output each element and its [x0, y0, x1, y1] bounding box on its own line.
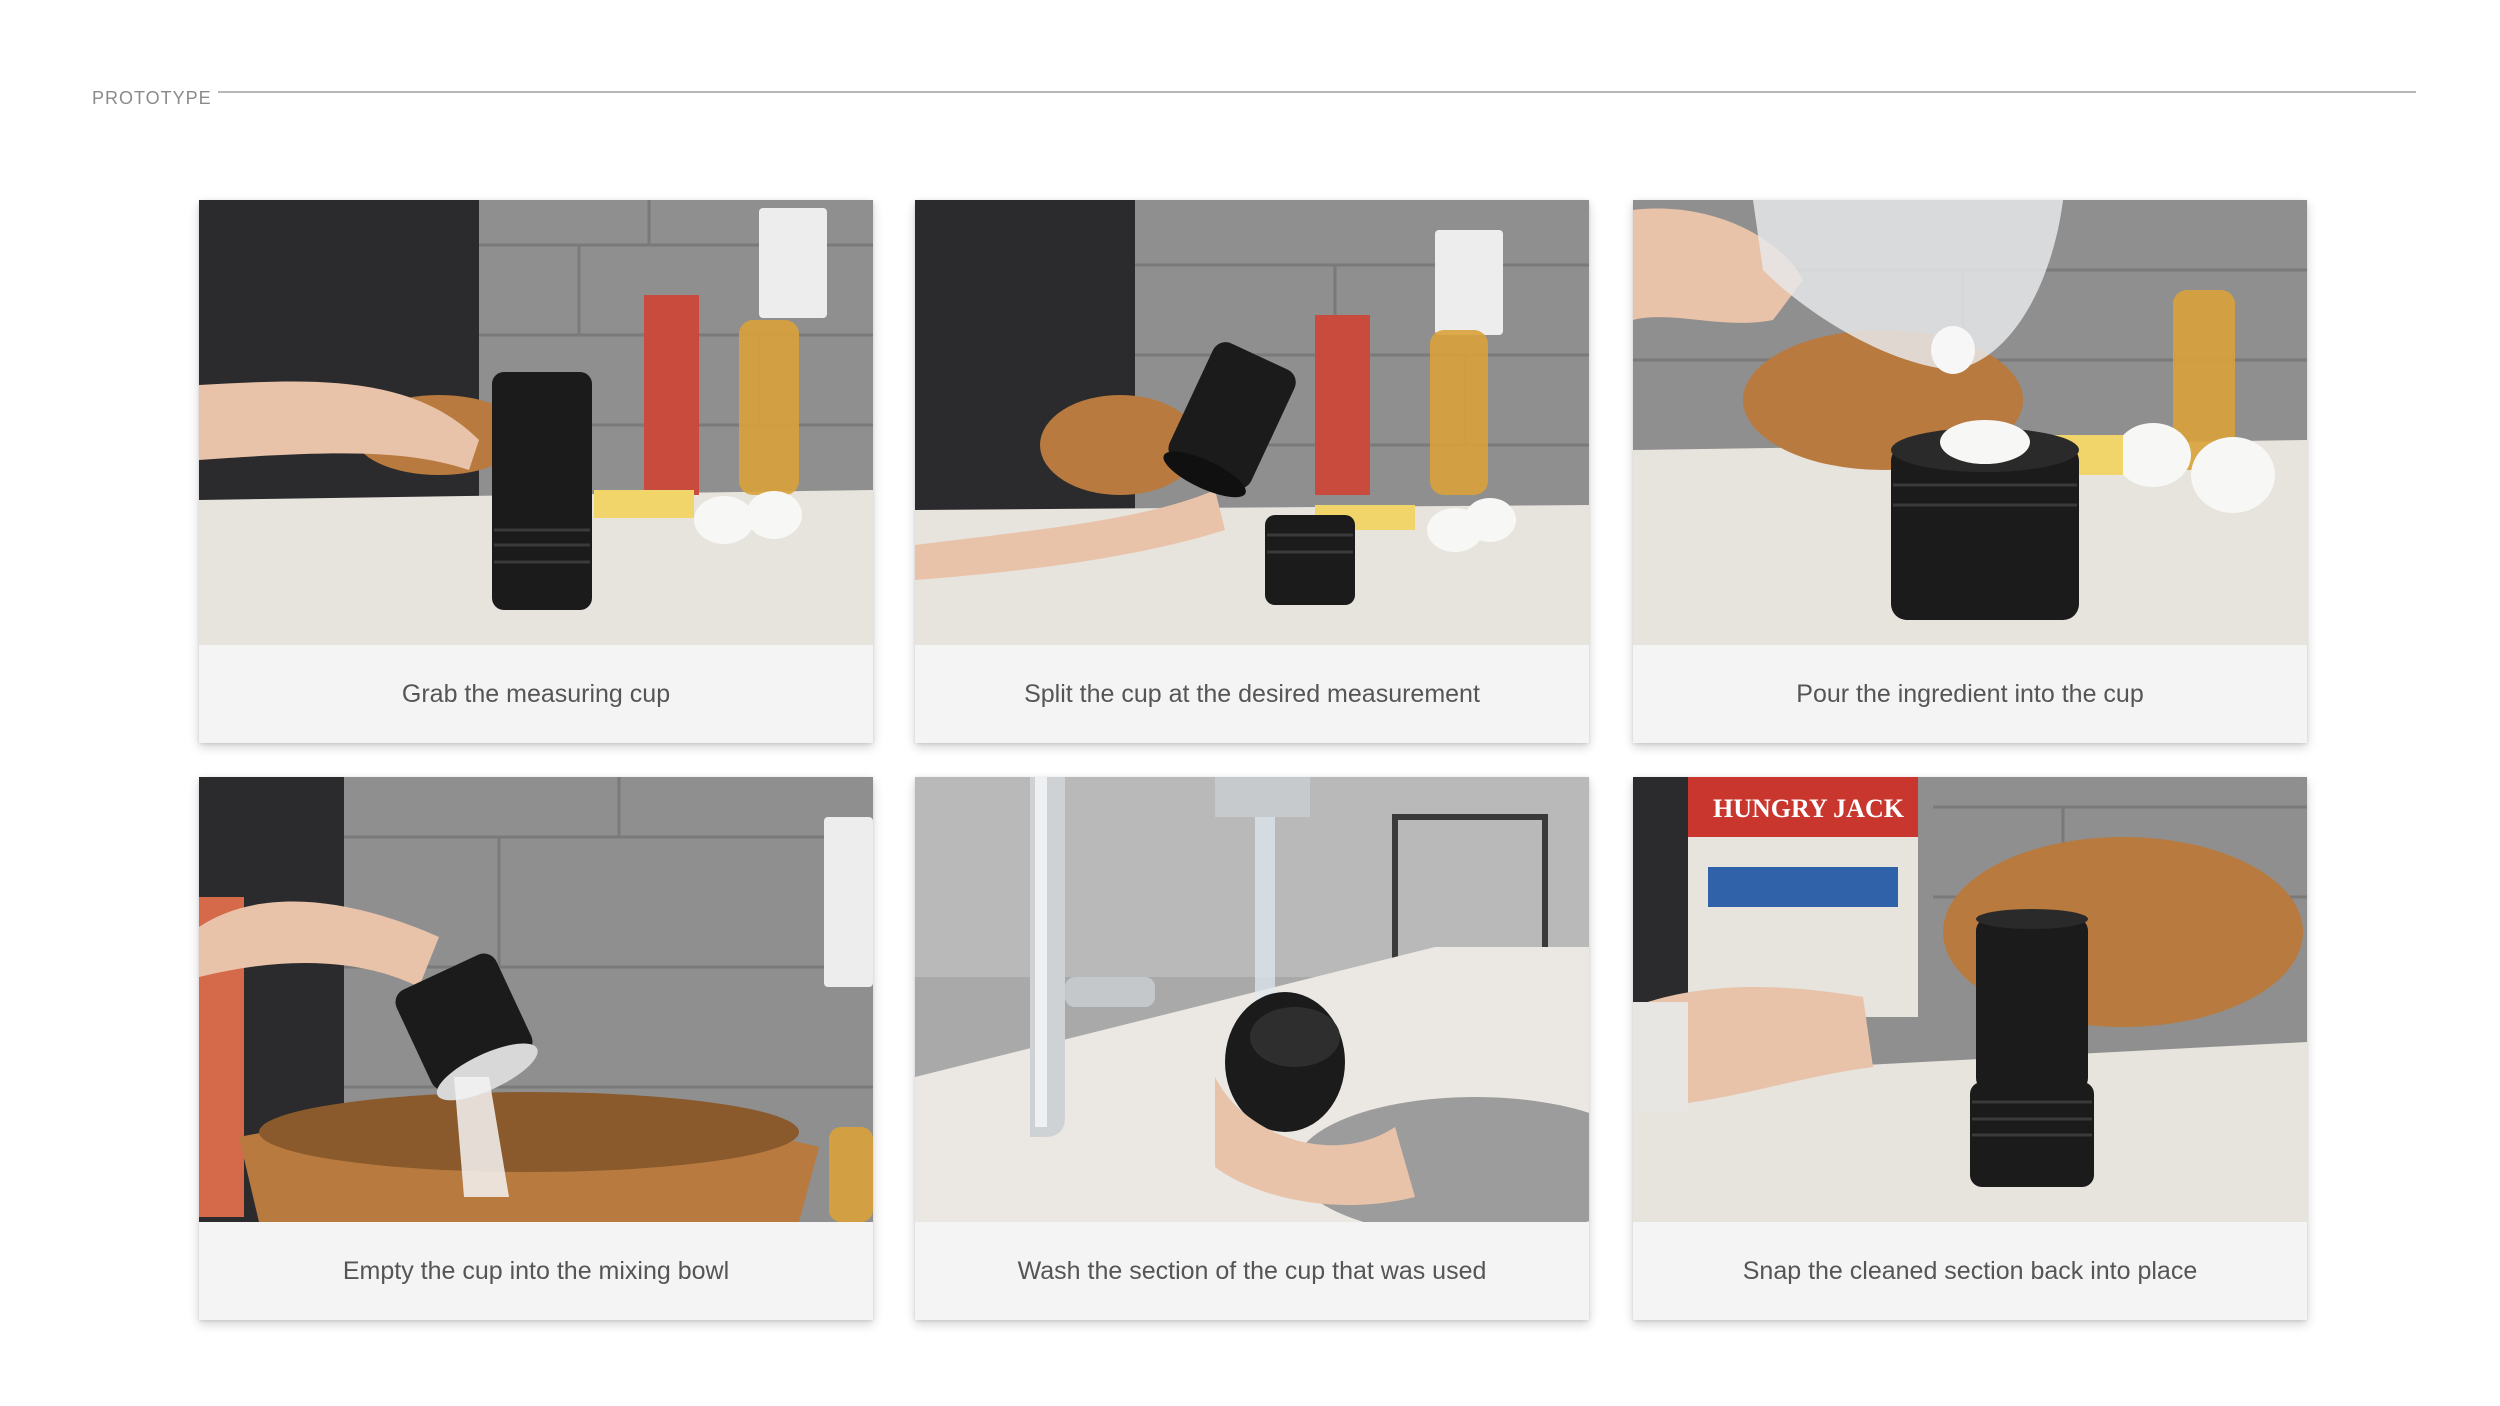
step-caption: Grab the measuring cup [401, 679, 671, 708]
pour-flour-photo [1633, 200, 2307, 645]
step-card-3: Pour the ingredient into the cup [1633, 200, 2307, 743]
header-divider [218, 91, 2416, 93]
step-card-2: Split the cup at the desired measurement [915, 200, 1589, 743]
split-cup-photo [915, 200, 1589, 645]
empty-into-bowl-photo [199, 777, 873, 1222]
pancake-box-label: HUNGRY JACK [1713, 794, 1905, 823]
step-card-4: Empty the cup into the mixing bowl [199, 777, 873, 1320]
step-card-1: Grab the measuring cup [199, 200, 873, 743]
header-label: PROTOTYPE [92, 88, 212, 108]
step-caption: Wash the section of the cup that was use… [1017, 1256, 1487, 1285]
step-caption: Pour the ingredient into the cup [1796, 679, 2144, 708]
step-caption: Split the cup at the desired measurement [1024, 679, 1480, 708]
step-caption: Snap the cleaned section back into place [1742, 1256, 2198, 1285]
step-card-6: HUNGRY JACK Snap the cleaned section bac… [1633, 777, 2307, 1320]
step-caption: Empty the cup into the mixing bowl [342, 1256, 730, 1285]
step-card-5: Wash the section of the cup that was use… [915, 777, 1589, 1320]
steps-grid: Grab the measuring cup Split the cup at … [199, 200, 2309, 1320]
wash-cup-photo [915, 777, 1589, 1222]
snap-cup-photo: HUNGRY JACK [1633, 777, 2307, 1222]
hand-holding-cup-photo [199, 200, 873, 645]
